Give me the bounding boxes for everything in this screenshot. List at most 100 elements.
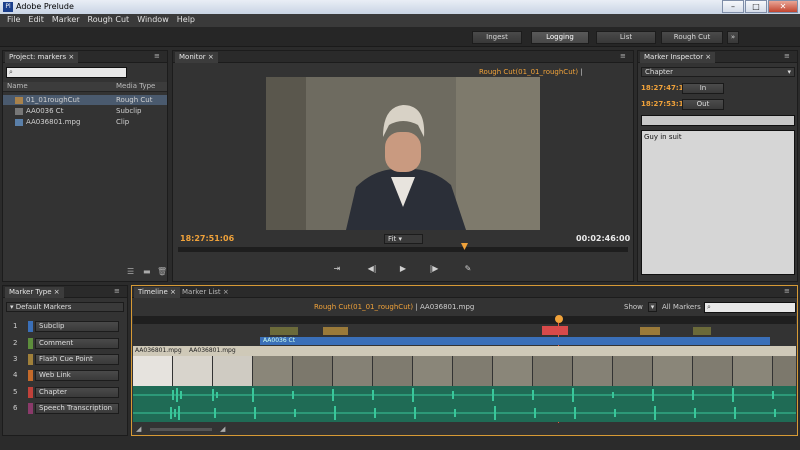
close-button[interactable]: ✕ [768,0,798,13]
marker-chapter[interactable] [542,326,568,335]
workspace-rough-cut[interactable]: Rough Cut [661,31,723,44]
timecode-current[interactable]: 18:27:51:06 [180,234,234,243]
show-label: Show [624,303,643,311]
timeline-search-input[interactable] [705,303,795,312]
project-panel: Project: markers × ≡ ⌕ Name Media Type 0… [2,50,168,282]
clapper-thumbnail [213,356,253,386]
workspace-bar: Ingest Logging List Rough Cut » [0,27,800,47]
video-thumbnail [613,356,653,386]
timecode-duration: 00:02:46:00 [576,234,631,243]
marker-type-subclip[interactable]: 1 Subclip [13,321,129,332]
marker-type-comment[interactable]: 2 Comment [13,338,129,349]
menu-rough-cut[interactable]: Rough Cut [84,14,134,27]
color-swatch [28,403,33,414]
zoom-in-icon[interactable]: ◢ [220,425,225,433]
marker-web-link[interactable] [640,327,660,335]
marker-comment-2[interactable] [693,327,711,335]
timeline-search-box[interactable]: ⌕ [704,302,796,313]
all-markers-label: All Markers [662,303,701,311]
insert-icon[interactable]: ⇥ [331,264,343,274]
marker-type-web-link[interactable]: 4 Web Link [13,370,129,381]
list-item[interactable]: AA036801.mpg Clip [3,117,167,127]
marker-type-flash-cue-point[interactable]: 3 Flash Cue Point [13,354,129,365]
wrench-icon[interactable]: ✎ [462,264,474,274]
video-thumbnail [373,356,413,386]
tab-marker-type[interactable]: Marker Type × [5,287,64,298]
tab-timeline[interactable]: Timeline × [134,287,180,298]
zoom-slider[interactable] [150,428,212,431]
list-item[interactable]: 01_01roughCut Rough Cut [3,95,167,105]
prelude-app-icon: Pl [3,2,13,12]
menu-help[interactable]: Help [173,14,199,27]
search-icon: ⌕ [707,303,711,311]
workspace-list[interactable]: List [596,31,656,44]
rough-cut-icon [15,96,23,104]
project-search-box[interactable]: ⌕ [6,67,127,78]
subclip-icon [15,107,23,115]
trash-icon[interactable]: 🗑 [157,267,167,276]
tab-project[interactable]: Project: markers × [5,52,79,63]
marker-preset-dropdown[interactable]: ▾ Default Markers [6,302,124,312]
tab-marker-list[interactable]: Marker List × [178,287,233,298]
step-forward-icon[interactable]: |▶ [428,264,440,274]
list-item[interactable]: AA0036 Ct Subclip [3,106,167,116]
video-frame[interactable] [266,77,540,230]
timeline-header: Rough Cut(01_01_roughCut) | AA036801.mpg [314,303,475,311]
minimize-button[interactable]: – [722,0,744,13]
maximize-button[interactable]: □ [745,0,767,13]
marker-comment[interactable] [270,327,298,335]
column-media-type[interactable]: Media Type [116,82,155,90]
panel-menu-icon[interactable]: ≡ [784,53,794,60]
folder-icon[interactable]: ▬ [143,267,151,276]
column-name[interactable]: Name [7,82,28,90]
video-image [266,77,540,230]
marker-comment-field[interactable]: Guy in suit [641,130,795,275]
project-search-input[interactable] [7,68,126,77]
marker-flash-cue[interactable] [323,327,348,335]
video-thumbnail [333,356,373,386]
set-in-button[interactable]: In [682,83,724,94]
monitor-scrubber[interactable] [178,247,628,252]
panel-menu-icon[interactable]: ≡ [154,53,164,60]
menu-marker[interactable]: Marker [48,14,84,27]
zoom-out-icon[interactable]: ◢ [136,425,141,433]
workspace-logging[interactable]: Logging [531,31,589,44]
clip-icon [15,118,23,126]
panel-menu-icon[interactable]: ≡ [784,288,794,295]
video-thumbnail [453,356,493,386]
list-view-icon[interactable]: ☰ [127,267,134,276]
workspace-ingest[interactable]: Ingest [472,31,522,44]
workspace-menu-chevron-icon[interactable]: » [727,31,739,44]
audio-track-2[interactable] [133,404,796,422]
set-out-button[interactable]: Out [682,99,724,110]
marker-type-dropdown[interactable]: Chapter ▾ [641,67,795,77]
video-thumbnail [653,356,693,386]
show-dropdown-chevron-icon[interactable]: ▾ [648,302,657,312]
video-thumbnail [693,356,733,386]
subclip-bar[interactable]: AA0036 Ct [260,337,770,345]
clapper-thumbnail [133,356,173,386]
marker-type-speech-transcription[interactable]: 6 Speech Transcription [13,403,129,414]
menu-bar: File Edit Marker Rough Cut Window Help [0,14,800,27]
audio-track-1[interactable] [133,386,796,404]
marker-type-chapter[interactable]: 5 Chapter [13,387,129,398]
menu-edit[interactable]: Edit [24,14,48,27]
clapper-thumbnail [173,356,213,386]
color-swatch [28,387,33,398]
project-list-header: Name Media Type [3,82,167,92]
tab-monitor[interactable]: Monitor × [175,52,218,63]
waveform-1 [133,388,796,402]
video-track[interactable] [133,356,796,386]
step-back-icon[interactable]: ◀| [366,264,378,274]
zoom-dropdown[interactable]: Fit ▾ [384,234,423,244]
panel-menu-icon[interactable]: ≡ [620,53,630,60]
menu-window[interactable]: Window [133,14,173,27]
timeline-playhead-icon[interactable] [555,315,563,323]
tab-marker-inspector[interactable]: Marker Inspector × [640,52,716,63]
panel-menu-icon[interactable]: ≡ [114,288,124,295]
play-icon[interactable]: ▶ [397,264,409,274]
marker-name-field[interactable] [641,115,795,126]
marker-inspector-panel: Marker Inspector × ≡ Chapter ▾ 18:27:47:1… [637,50,798,282]
menu-file[interactable]: File [3,14,24,27]
timeline-ruler[interactable] [133,316,796,324]
